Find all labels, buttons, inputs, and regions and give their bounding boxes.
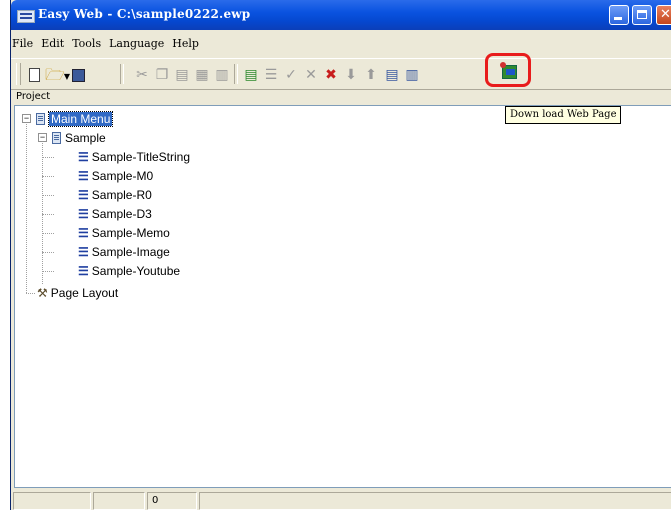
tree-node-label: Sample-M0 [91, 169, 154, 183]
tree-line [26, 119, 27, 293]
tree-line [42, 176, 54, 177]
menu-language[interactable]: Language [105, 34, 168, 54]
delete-icon[interactable]: ✕ [303, 67, 319, 83]
tree-node-sample-image[interactable]: ☰ Sample-Image [78, 244, 170, 260]
tree-line [42, 233, 54, 234]
tree-node-label: Sample-D3 [91, 207, 152, 221]
tree-node-label: Sample-R0 [91, 188, 152, 202]
list-item-icon: ☰ [78, 150, 89, 164]
cut-icon[interactable]: ✂ [134, 67, 150, 83]
menu-tools[interactable]: Tools [68, 34, 105, 54]
title-bar[interactable]: Easy Web - C:\sample0222.ewp [11, 0, 671, 30]
app-icon [17, 10, 35, 23]
tree-node-sample-r0[interactable]: ☰ Sample-R0 [78, 187, 152, 203]
menu-file[interactable]: File [11, 34, 37, 54]
tree-line [26, 293, 35, 294]
move-up-icon[interactable]: ⬆ [363, 67, 379, 83]
panel-title: Project [16, 91, 51, 102]
toolbar-separator [120, 64, 124, 84]
toolbar-grip[interactable] [16, 63, 21, 85]
copy-icon[interactable]: ❐ [154, 67, 170, 83]
add-list-icon[interactable]: ☰ [263, 67, 279, 83]
status-pane [199, 492, 671, 510]
status-pane [13, 492, 91, 510]
list-item-icon: ☰ [78, 188, 89, 202]
save-icon[interactable] [72, 69, 85, 82]
tree-node-sample-d3[interactable]: ☰ Sample-D3 [78, 206, 152, 222]
tree-node-sample-memo[interactable]: ☰ Sample-Memo [78, 225, 170, 241]
menu-page-icon [36, 113, 45, 125]
tree-line [42, 157, 54, 158]
list-item-icon: ☰ [78, 169, 89, 183]
status-bar: 0 [11, 490, 671, 510]
close-button[interactable] [656, 5, 671, 25]
tree-line [42, 195, 54, 196]
tree-node-sample-youtube[interactable]: ☰ Sample-Youtube [78, 263, 180, 279]
check-icon[interactable]: ✓ [283, 67, 299, 83]
tree-node-sample[interactable]: Sample [52, 130, 106, 146]
toolbar-separator [234, 64, 238, 84]
delete-item-icon[interactable]: ✖ [323, 67, 339, 83]
tooltip: Down load Web Page [505, 106, 621, 124]
menu-bar: File Edit Tools Language Help [11, 34, 671, 54]
tree-line [42, 214, 54, 215]
add-item-icon[interactable]: ▤ [243, 67, 259, 83]
tree-node-page-layout[interactable]: ⚒ Page Layout [37, 285, 118, 301]
collapse-toggle[interactable]: − [22, 114, 31, 123]
dropdown-arrow-icon[interactable]: ▼ [63, 69, 71, 85]
window-title: Easy Web - C:\sample0222.ewp [38, 7, 251, 21]
properties-icon[interactable]: ▤ [384, 67, 400, 83]
tree-node-sample-titlestring[interactable]: ☰ Sample-TitleString [78, 149, 190, 165]
status-pane [93, 492, 145, 510]
list-item-icon: ☰ [78, 245, 89, 259]
list-item-icon: ☰ [78, 207, 89, 221]
tree-node-main-menu[interactable]: Main Menu [36, 111, 114, 127]
move-down-icon[interactable]: ⬇ [343, 67, 359, 83]
open-folder-icon[interactable]: 🗁 [45, 67, 65, 83]
tree-line [42, 252, 54, 253]
app-window: Easy Web - C:\sample0222.ewp FileEditToo… [10, 0, 671, 510]
collapse-toggle[interactable]: − [38, 133, 47, 142]
status-pane-value: 0 [147, 492, 197, 510]
layout-tools-icon: ⚒ [37, 286, 48, 300]
tree-node-label: Sample-Youtube [91, 264, 181, 278]
tree-node-label: Main Menu [47, 111, 114, 127]
tree-line [42, 138, 43, 284]
list-item-icon: ☰ [78, 264, 89, 278]
download-web-page-icon[interactable] [500, 62, 517, 79]
remove-node-icon[interactable]: ▥ [214, 67, 230, 83]
paste-icon[interactable]: ▤ [174, 67, 190, 83]
menu-page-icon [52, 132, 61, 144]
tree-node-label: Sample [65, 131, 106, 145]
tree-node-label: Sample-Memo [91, 226, 170, 240]
menu-help[interactable]: Help [168, 34, 203, 54]
tree-node-label: Sample-TitleString [91, 150, 191, 164]
tree-line [42, 271, 54, 272]
project-tree[interactable]: − Main Menu − Sample ☰ Sample-TitleString… [14, 105, 671, 488]
minimize-button[interactable] [609, 5, 629, 25]
tree-node-label: Page Layout [50, 286, 119, 300]
maximize-button[interactable] [632, 5, 652, 25]
list-item-icon: ☰ [78, 226, 89, 240]
add-node-icon[interactable]: ▦ [194, 67, 210, 83]
tree-node-sample-m0[interactable]: ☰ Sample-M0 [78, 168, 153, 184]
page-icon[interactable]: ▥ [404, 67, 420, 83]
tree-node-label: Sample-Image [91, 245, 170, 259]
new-document-icon[interactable] [29, 68, 40, 82]
menu-edit[interactable]: Edit [37, 34, 68, 54]
toolbar: 🗁 ▼ ✂ ❐ ▤ ▦ ▥ ▤ ☰ ✓ ✕ ✖ ⬇ ⬆ ▤ ▥ [11, 58, 671, 90]
